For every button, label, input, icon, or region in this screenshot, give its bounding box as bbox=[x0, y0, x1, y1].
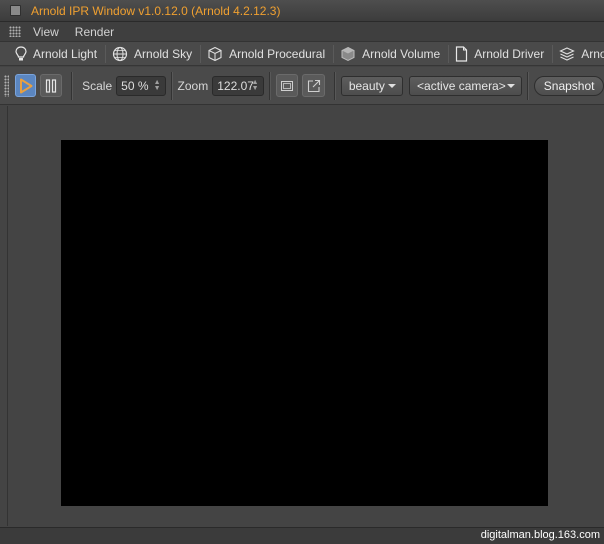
menu-view[interactable]: View bbox=[33, 25, 59, 39]
shelf-item-label: Arnold Volume bbox=[362, 46, 441, 61]
divider bbox=[268, 71, 271, 100]
shelf-item-label: Arnold Light bbox=[33, 46, 98, 61]
play-icon bbox=[19, 78, 33, 93]
divider bbox=[170, 71, 173, 100]
bulb-icon bbox=[15, 45, 27, 60]
pause-button[interactable] bbox=[40, 74, 63, 97]
divider bbox=[333, 71, 336, 100]
shelf-arnold-sky[interactable]: Arnold Sky bbox=[112, 46, 192, 62]
divider bbox=[527, 71, 530, 100]
open-external-icon bbox=[307, 79, 320, 92]
divider bbox=[448, 44, 450, 63]
zoom-label: Zoom bbox=[177, 78, 209, 93]
scale-value: 50 % bbox=[121, 78, 149, 93]
shelf-arnold-aov[interactable]: Arnold AOV bbox=[559, 46, 604, 62]
pause-icon bbox=[46, 78, 57, 93]
spinner-arrows-icon[interactable]: ▲ ▼ bbox=[252, 79, 259, 92]
shelf-item-label: Arnold AOV bbox=[581, 46, 604, 61]
menu-grip-icon[interactable] bbox=[9, 26, 21, 37]
frame-region-button[interactable] bbox=[275, 74, 299, 97]
spinner-arrows-icon[interactable]: ▲ ▼ bbox=[154, 79, 161, 92]
chevron-down-icon bbox=[388, 83, 397, 88]
ipr-toolbar: Scale 50 % ▲ ▼ Zoom 122.07 ▲ ▼ beauty <act… bbox=[0, 67, 604, 105]
sky-sphere-icon bbox=[112, 46, 128, 61]
document-icon bbox=[456, 45, 468, 62]
procedural-cube-icon bbox=[208, 46, 222, 61]
shelf-arnold-volume[interactable]: Arnold Volume bbox=[340, 46, 440, 62]
divider bbox=[71, 71, 74, 100]
menu-render[interactable]: Render bbox=[75, 25, 114, 39]
arnold-shelf: Arnold Light Arnold Sky Arnold Procedura… bbox=[0, 42, 604, 66]
aov-dropdown-value: beauty bbox=[348, 78, 385, 93]
shelf-arnold-procedural[interactable]: Arnold Procedural bbox=[207, 46, 325, 62]
snapshot-button[interactable]: Snapshot bbox=[534, 75, 604, 96]
menu-bar: View Render bbox=[0, 22, 604, 42]
toolbar-grip-icon[interactable] bbox=[4, 74, 9, 97]
chevron-down-icon bbox=[507, 83, 516, 88]
shelf-item-label: Arnold Procedural bbox=[229, 46, 326, 61]
scale-label: Scale bbox=[82, 78, 113, 93]
frame-icon bbox=[280, 80, 293, 91]
shelf-item-label: Arnold Driver bbox=[474, 46, 545, 61]
camera-dropdown-value: <active camera> bbox=[417, 78, 506, 93]
shelf-item-label: Arnold Sky bbox=[134, 46, 193, 61]
window-title: Arnold IPR Window v1.0.12.0 (Arnold 4.2.… bbox=[31, 3, 281, 18]
aov-dropdown[interactable]: beauty bbox=[340, 75, 404, 96]
title-bar: Arnold IPR Window v1.0.12.0 (Arnold 4.2.… bbox=[0, 0, 604, 22]
zoom-value: 122.07 bbox=[217, 78, 254, 93]
camera-dropdown[interactable]: <active camera> bbox=[409, 75, 523, 96]
divider bbox=[552, 44, 554, 63]
open-external-button[interactable] bbox=[302, 74, 325, 97]
window-menu-icon[interactable] bbox=[10, 5, 21, 16]
zoom-field[interactable]: 122.07 ▲ ▼ bbox=[212, 75, 264, 96]
shelf-arnold-driver[interactable]: Arnold Driver bbox=[455, 45, 545, 62]
aov-layers-icon bbox=[559, 46, 576, 61]
divider bbox=[105, 44, 107, 63]
scale-field[interactable]: 50 % ▲ ▼ bbox=[116, 75, 166, 96]
divider bbox=[333, 44, 335, 63]
shelf-arnold-light[interactable]: Arnold Light bbox=[15, 45, 98, 62]
render-viewport[interactable] bbox=[61, 140, 548, 506]
play-button[interactable] bbox=[14, 74, 37, 97]
volume-cube-icon bbox=[341, 46, 355, 61]
divider bbox=[200, 44, 202, 63]
watermark-text: digitalman.blog.163.com bbox=[480, 529, 600, 541]
